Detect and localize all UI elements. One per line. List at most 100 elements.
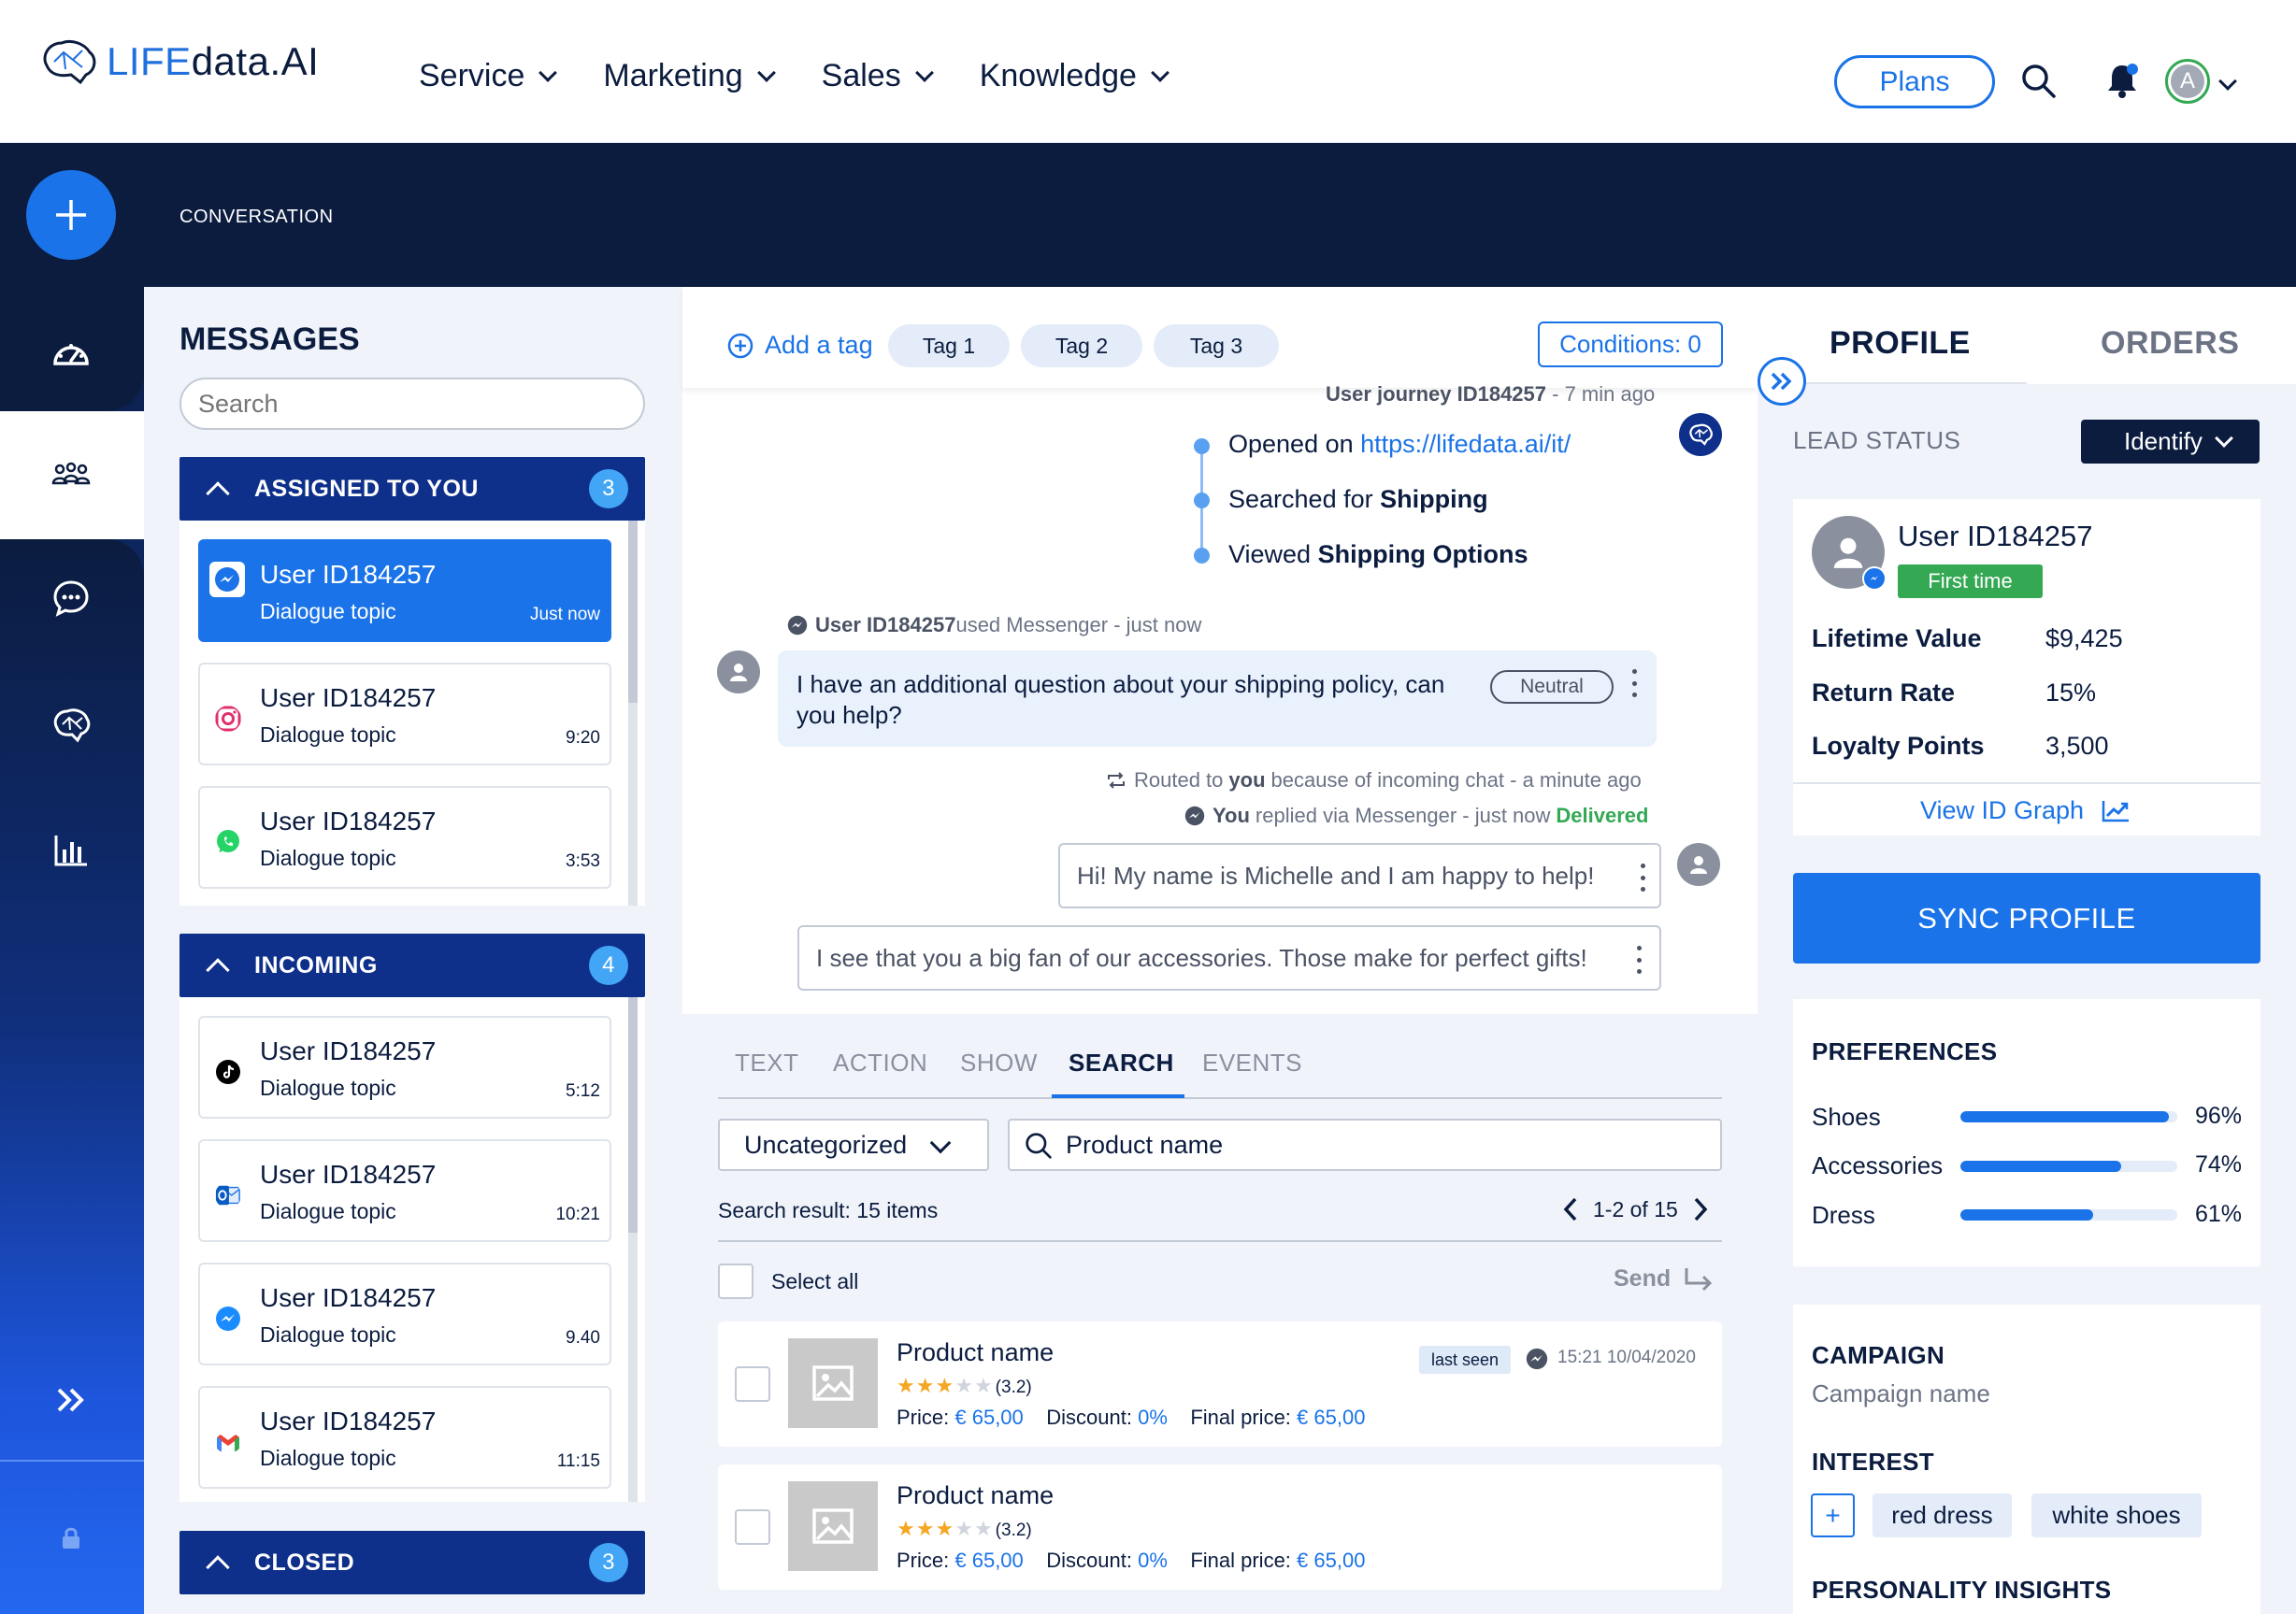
sync-profile-button[interactable]: SYNC PROFILE [1793, 873, 2260, 964]
lead-status-dropdown[interactable]: Identify [2081, 420, 2260, 464]
nav-knowledge[interactable]: Knowledge [980, 58, 1170, 94]
product-checkbox[interactable] [735, 1366, 770, 1402]
panel-toggle-button[interactable] [1758, 357, 1806, 406]
tag-pill[interactable]: Tag 3 [1154, 324, 1279, 367]
message-menu-icon[interactable] [1631, 669, 1637, 697]
product-search-input[interactable] [1066, 1130, 1701, 1160]
repeat-icon [1108, 772, 1125, 789]
new-conversation-button[interactable] [26, 170, 116, 260]
messages-search-input[interactable] [198, 389, 572, 419]
select-all-checkbox[interactable] [718, 1264, 753, 1299]
user-avatar[interactable]: A [2165, 59, 2210, 104]
tag-pill[interactable]: Tag 2 [1021, 324, 1142, 367]
conversation-item[interactable]: User ID184257 Dialogue topic 9.40 [198, 1263, 611, 1365]
tab-search[interactable]: SEARCH [1069, 1049, 1174, 1078]
conversation-item[interactable]: User ID184257 Dialogue topic 10:21 [198, 1139, 611, 1242]
instagram-icon [215, 706, 241, 732]
product-search[interactable] [1008, 1119, 1722, 1171]
scrollbar-thumb[interactable] [628, 521, 638, 703]
conversation-item[interactable]: User ID184257 Dialogue topic 5:12 [198, 1016, 611, 1119]
add-tag-button[interactable]: Add a tag [727, 331, 873, 360]
active-tab-indicator [1052, 1094, 1184, 1098]
sidebar-item-audience[interactable] [49, 451, 93, 496]
scrollbar-thumb[interactable] [628, 997, 638, 1233]
double-chevron-right-icon [1771, 372, 1792, 391]
messenger-icon [209, 562, 245, 597]
tab-text[interactable]: TEXT [735, 1049, 798, 1078]
conversation-item[interactable]: User ID184257 Dialogue topic 11:15 [198, 1386, 611, 1489]
incoming-section-header[interactable]: INCOMING 4 [179, 934, 645, 997]
product-row[interactable]: Product name ★★★★★ (3.2) Price: € 65,00 D… [718, 1464, 1722, 1590]
tab-show[interactable]: SHOW [960, 1049, 1038, 1078]
view-id-graph-label: View ID Graph [1920, 796, 2085, 824]
assigned-section-header[interactable]: ASSIGNED TO YOU 3 [179, 457, 645, 521]
tab-orders[interactable]: ORDERS [2101, 325, 2239, 362]
journey-step-prefix: Viewed [1228, 540, 1318, 568]
conversation-time: 10:21 [555, 1205, 600, 1224]
conversation-item[interactable]: User ID184257 Dialogue topic 3:53 [198, 786, 611, 889]
agent-message-text: I see that you a big fan of our accessor… [816, 943, 1587, 972]
journey-step-prefix: Searched for [1228, 485, 1381, 513]
nav-label: Service [419, 58, 525, 93]
product-checkbox[interactable] [735, 1509, 770, 1545]
profile-user-name: User ID184257 [1898, 520, 2093, 552]
tab-action[interactable]: ACTION [833, 1049, 927, 1078]
journey-user: User journey ID184257 [1326, 382, 1547, 406]
stat-label: Lifetime Value [1812, 624, 1982, 652]
conversation-user: User ID184257 [260, 1283, 437, 1312]
tag-pill[interactable]: Tag 1 [888, 324, 1010, 367]
sidebar-item-analytics[interactable] [49, 828, 93, 873]
select-all-label[interactable]: Select all [771, 1269, 858, 1294]
top-navigation: LIFEdata.AI Service Marketing Sales Know… [0, 0, 2296, 143]
sidebar-item-ai[interactable] [49, 703, 93, 748]
add-interest-button[interactable]: + [1811, 1493, 1855, 1537]
preference-label: Dress [1812, 1201, 1875, 1229]
tab-events[interactable]: EVENTS [1202, 1049, 1302, 1078]
plans-button[interactable]: Plans [1834, 55, 1995, 108]
conversation-user: User ID184257 [260, 1160, 437, 1189]
message-menu-icon[interactable] [1640, 864, 1645, 892]
delivered-status: Delivered [1556, 804, 1649, 827]
ai-assistant-icon[interactable] [1679, 413, 1722, 456]
avatar-initial: A [2171, 64, 2204, 98]
chevron-left-icon[interactable] [1561, 1196, 1580, 1222]
interest-chip[interactable]: white shoes [2031, 1493, 2202, 1537]
profile-divider [1793, 782, 2260, 784]
assigned-scrollbar[interactable] [628, 521, 638, 906]
campaign-name: Campaign name [1812, 1379, 1990, 1407]
search-icon[interactable] [2021, 64, 2057, 99]
incoming-scrollbar[interactable] [628, 997, 638, 1502]
interest-chip[interactable]: red dress [1873, 1493, 2012, 1537]
bell-icon[interactable] [2105, 62, 2139, 99]
category-dropdown[interactable]: Uncategorized [718, 1119, 989, 1171]
active-tab-indicator [1793, 382, 2027, 384]
journey-step-value: Shipping [1380, 485, 1488, 513]
sidebar-item-dashboard[interactable] [49, 329, 93, 374]
tab-profile[interactable]: PROFILE [1830, 325, 1971, 362]
sidebar-item-conversations[interactable] [49, 576, 93, 621]
nav-marketing[interactable]: Marketing [603, 58, 776, 94]
account-chevron-down-icon[interactable] [2218, 72, 2237, 91]
view-id-graph-link[interactable]: View ID Graph [1920, 796, 2131, 825]
person-icon [1690, 856, 1707, 874]
chevron-down-icon [2214, 428, 2233, 448]
nav-sales[interactable]: Sales [822, 58, 934, 94]
sidebar-expand-button[interactable] [49, 1378, 93, 1422]
app-logo[interactable]: LIFEdata.AI [39, 37, 319, 86]
send-button[interactable]: Send [1614, 1265, 1714, 1293]
product-row[interactable]: Product name ★★★★★ (3.2) Price: € 65,00 D… [718, 1321, 1722, 1447]
stat-value: 15% [2045, 678, 2097, 707]
journey-link[interactable]: https://lifedata.ai/it/ [1360, 430, 1571, 458]
send-label: Send [1614, 1265, 1672, 1292]
conversation-item[interactable]: User ID184257 Dialogue topic 9:20 [198, 663, 611, 765]
closed-section-header[interactable]: CLOSED 3 [179, 1531, 645, 1594]
conditions-button[interactable]: Conditions: 0 [1538, 321, 1723, 367]
product-image-placeholder [788, 1338, 878, 1428]
chevron-right-icon[interactable] [1691, 1196, 1710, 1222]
conversation-item[interactable]: User ID184257 Dialogue topic Just now [198, 539, 611, 642]
message-menu-icon[interactable] [1636, 946, 1642, 974]
nav-service[interactable]: Service [419, 58, 558, 94]
messages-search[interactable] [179, 378, 799, 430]
trending-chart-icon [2102, 800, 2130, 821]
messenger-icon [216, 1307, 240, 1331]
